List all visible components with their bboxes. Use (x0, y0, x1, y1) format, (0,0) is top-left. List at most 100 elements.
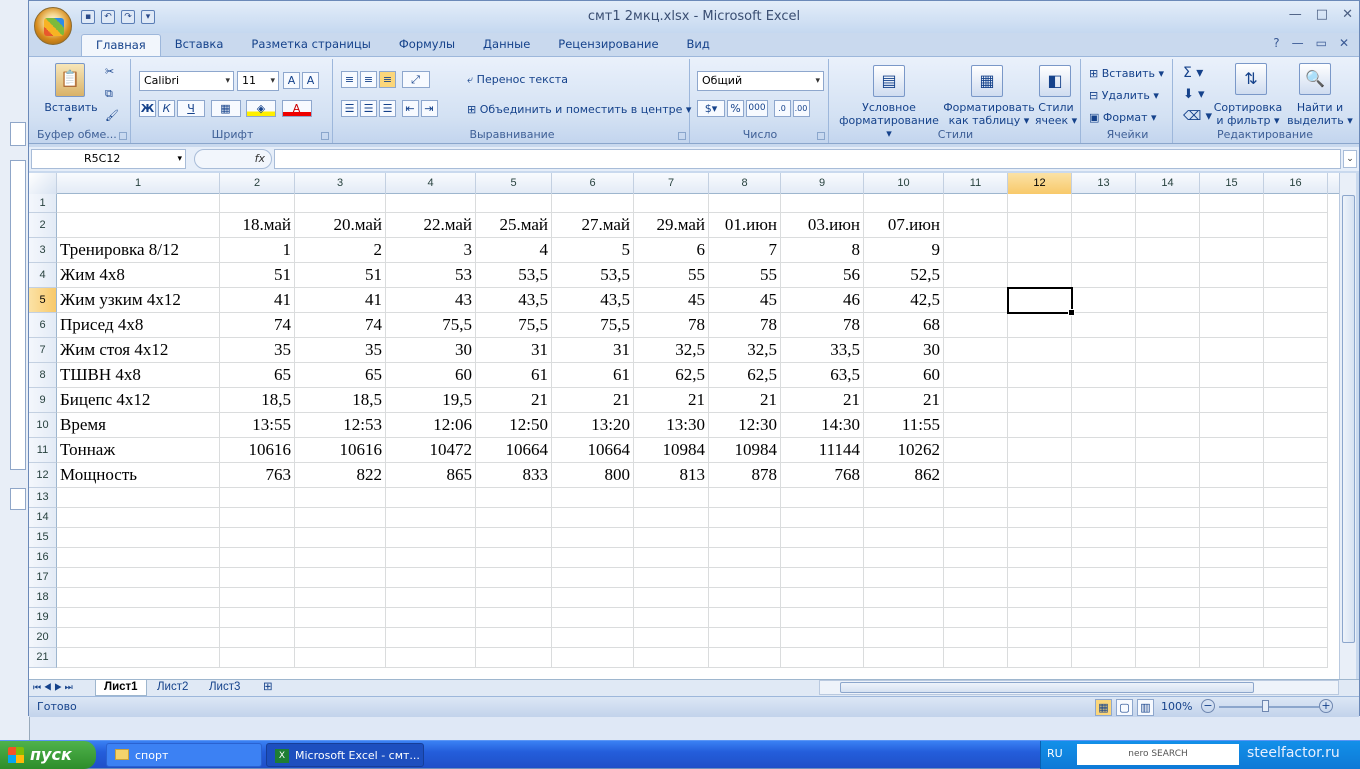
grid-cell[interactable] (1072, 528, 1136, 548)
grid-cell[interactable] (1264, 438, 1328, 463)
column-header[interactable]: 7 (634, 173, 709, 194)
grid-cell[interactable] (476, 194, 552, 213)
grid-cell[interactable]: 763 (220, 463, 295, 488)
grid-cell[interactable]: ТШВН 4х8 (57, 363, 220, 388)
grid-cell[interactable] (1264, 648, 1328, 668)
grid-cell[interactable] (57, 588, 220, 608)
grid-cell[interactable]: 55 (634, 263, 709, 288)
vertical-scroll-thumb[interactable] (1342, 195, 1355, 643)
tab-home[interactable]: Главная (81, 34, 161, 56)
row-header[interactable]: 21 (29, 648, 57, 668)
grid-cell[interactable] (295, 548, 386, 568)
grid-cell[interactable] (944, 388, 1008, 413)
grid-cell[interactable] (1200, 194, 1264, 213)
grid-cell[interactable] (1264, 313, 1328, 338)
grid-cell[interactable]: Жим 4х8 (57, 263, 220, 288)
grid-cell[interactable]: 21 (864, 388, 944, 413)
cut-icon[interactable]: ✂ (105, 65, 114, 78)
grid-cell[interactable] (1200, 438, 1264, 463)
grid-cell[interactable]: 4 (476, 238, 552, 263)
grid-cell[interactable] (709, 548, 781, 568)
grid-cell[interactable] (220, 508, 295, 528)
grid-cell[interactable]: 62,5 (634, 363, 709, 388)
grid-cell[interactable] (1264, 568, 1328, 588)
grid-cell[interactable]: Присед 4х8 (57, 313, 220, 338)
grid-cell[interactable]: 60 (386, 363, 476, 388)
grid-cell[interactable] (634, 488, 709, 508)
column-header[interactable]: 15 (1200, 173, 1264, 194)
borders-icon[interactable]: ▦ (210, 100, 241, 117)
grid-cell[interactable] (295, 628, 386, 648)
align-bottom-icon[interactable]: ≡ (379, 71, 396, 88)
grid-cell[interactable] (386, 194, 476, 213)
grid-cell[interactable] (1200, 338, 1264, 363)
language-indicator[interactable]: RU (1047, 747, 1063, 760)
grid-cell[interactable] (709, 488, 781, 508)
grid-cell[interactable] (552, 588, 634, 608)
row-header[interactable]: 7 (29, 338, 57, 363)
row-header[interactable]: 4 (29, 263, 57, 288)
grid-cell[interactable]: 10616 (220, 438, 295, 463)
thousands-button[interactable]: 000 (746, 100, 768, 117)
grid-cell[interactable] (634, 548, 709, 568)
grid-cell[interactable]: 1 (220, 238, 295, 263)
grid-cell[interactable] (781, 608, 864, 628)
grid-cell[interactable] (1136, 363, 1200, 388)
grid-cell[interactable] (944, 508, 1008, 528)
grid-cell[interactable] (1200, 508, 1264, 528)
grid-cell[interactable]: 18.май (220, 213, 295, 238)
grid-cell[interactable]: 78 (634, 313, 709, 338)
grid-cell[interactable] (864, 568, 944, 588)
horizontal-scroll-thumb[interactable] (840, 682, 1254, 693)
align-left-icon[interactable]: ☰ (341, 100, 358, 117)
zoom-out-icon[interactable]: − (1201, 699, 1215, 713)
worksheet-grid[interactable]: 1 2 3 4 5 6 7 8 9 10 11 12 13 14 15 16 1 2 18.май 20.май 22… (29, 173, 1339, 681)
grid-cell[interactable] (1136, 463, 1200, 488)
grid-cell[interactable]: 65 (295, 363, 386, 388)
grid-cell[interactable] (220, 648, 295, 668)
grid-cell[interactable] (1008, 528, 1072, 548)
grid-cell[interactable] (1072, 488, 1136, 508)
sheet-tab-1[interactable]: Лист1 (95, 680, 147, 696)
row-header[interactable]: 19 (29, 608, 57, 628)
row-header[interactable]: 15 (29, 528, 57, 548)
expand-formula-bar-icon[interactable]: ⌄ (1343, 150, 1357, 168)
grid-cell[interactable]: 30 (864, 338, 944, 363)
grid-cell[interactable] (1264, 288, 1328, 313)
grid-cell[interactable] (1072, 508, 1136, 528)
grid-cell[interactable]: 862 (864, 463, 944, 488)
grid-cell[interactable]: 52,5 (864, 263, 944, 288)
grid-cell[interactable]: 35 (220, 338, 295, 363)
page-layout-view-icon[interactable]: ▢ (1116, 699, 1133, 716)
grid-cell[interactable] (781, 488, 864, 508)
increase-indent-icon[interactable]: ⇥ (420, 100, 438, 117)
grid-cell[interactable]: 33,5 (781, 338, 864, 363)
grid-cell[interactable]: 75,5 (386, 313, 476, 338)
grid-cell[interactable]: 13:30 (634, 413, 709, 438)
grid-cell[interactable] (1136, 588, 1200, 608)
grid-cell[interactable]: 27.май (552, 213, 634, 238)
grid-cell[interactable] (944, 438, 1008, 463)
grid-cell[interactable] (1008, 488, 1072, 508)
grid-cell[interactable]: 61 (476, 363, 552, 388)
grid-cell[interactable]: 3 (386, 238, 476, 263)
grid-cell[interactable]: 43 (386, 288, 476, 313)
grid-cell[interactable] (864, 548, 944, 568)
grid-cell[interactable] (1200, 568, 1264, 588)
grid-cell[interactable] (944, 488, 1008, 508)
row-header[interactable]: 10 (29, 413, 57, 438)
column-header[interactable]: 5 (476, 173, 552, 194)
grid-cell[interactable]: 10984 (634, 438, 709, 463)
grid-cell[interactable]: 12:53 (295, 413, 386, 438)
grid-cell[interactable] (295, 528, 386, 548)
nero-search-box[interactable]: nero SEARCH (1077, 744, 1239, 765)
grid-cell[interactable] (1008, 548, 1072, 568)
grid-cell[interactable]: 43,5 (476, 288, 552, 313)
column-header[interactable]: 12 (1008, 173, 1072, 194)
grid-cell[interactable]: 42,5 (864, 288, 944, 313)
grid-cell[interactable] (634, 608, 709, 628)
grid-cell[interactable] (944, 363, 1008, 388)
grid-cell[interactable] (57, 528, 220, 548)
grid-cell[interactable] (781, 568, 864, 588)
row-header[interactable]: 20 (29, 628, 57, 648)
